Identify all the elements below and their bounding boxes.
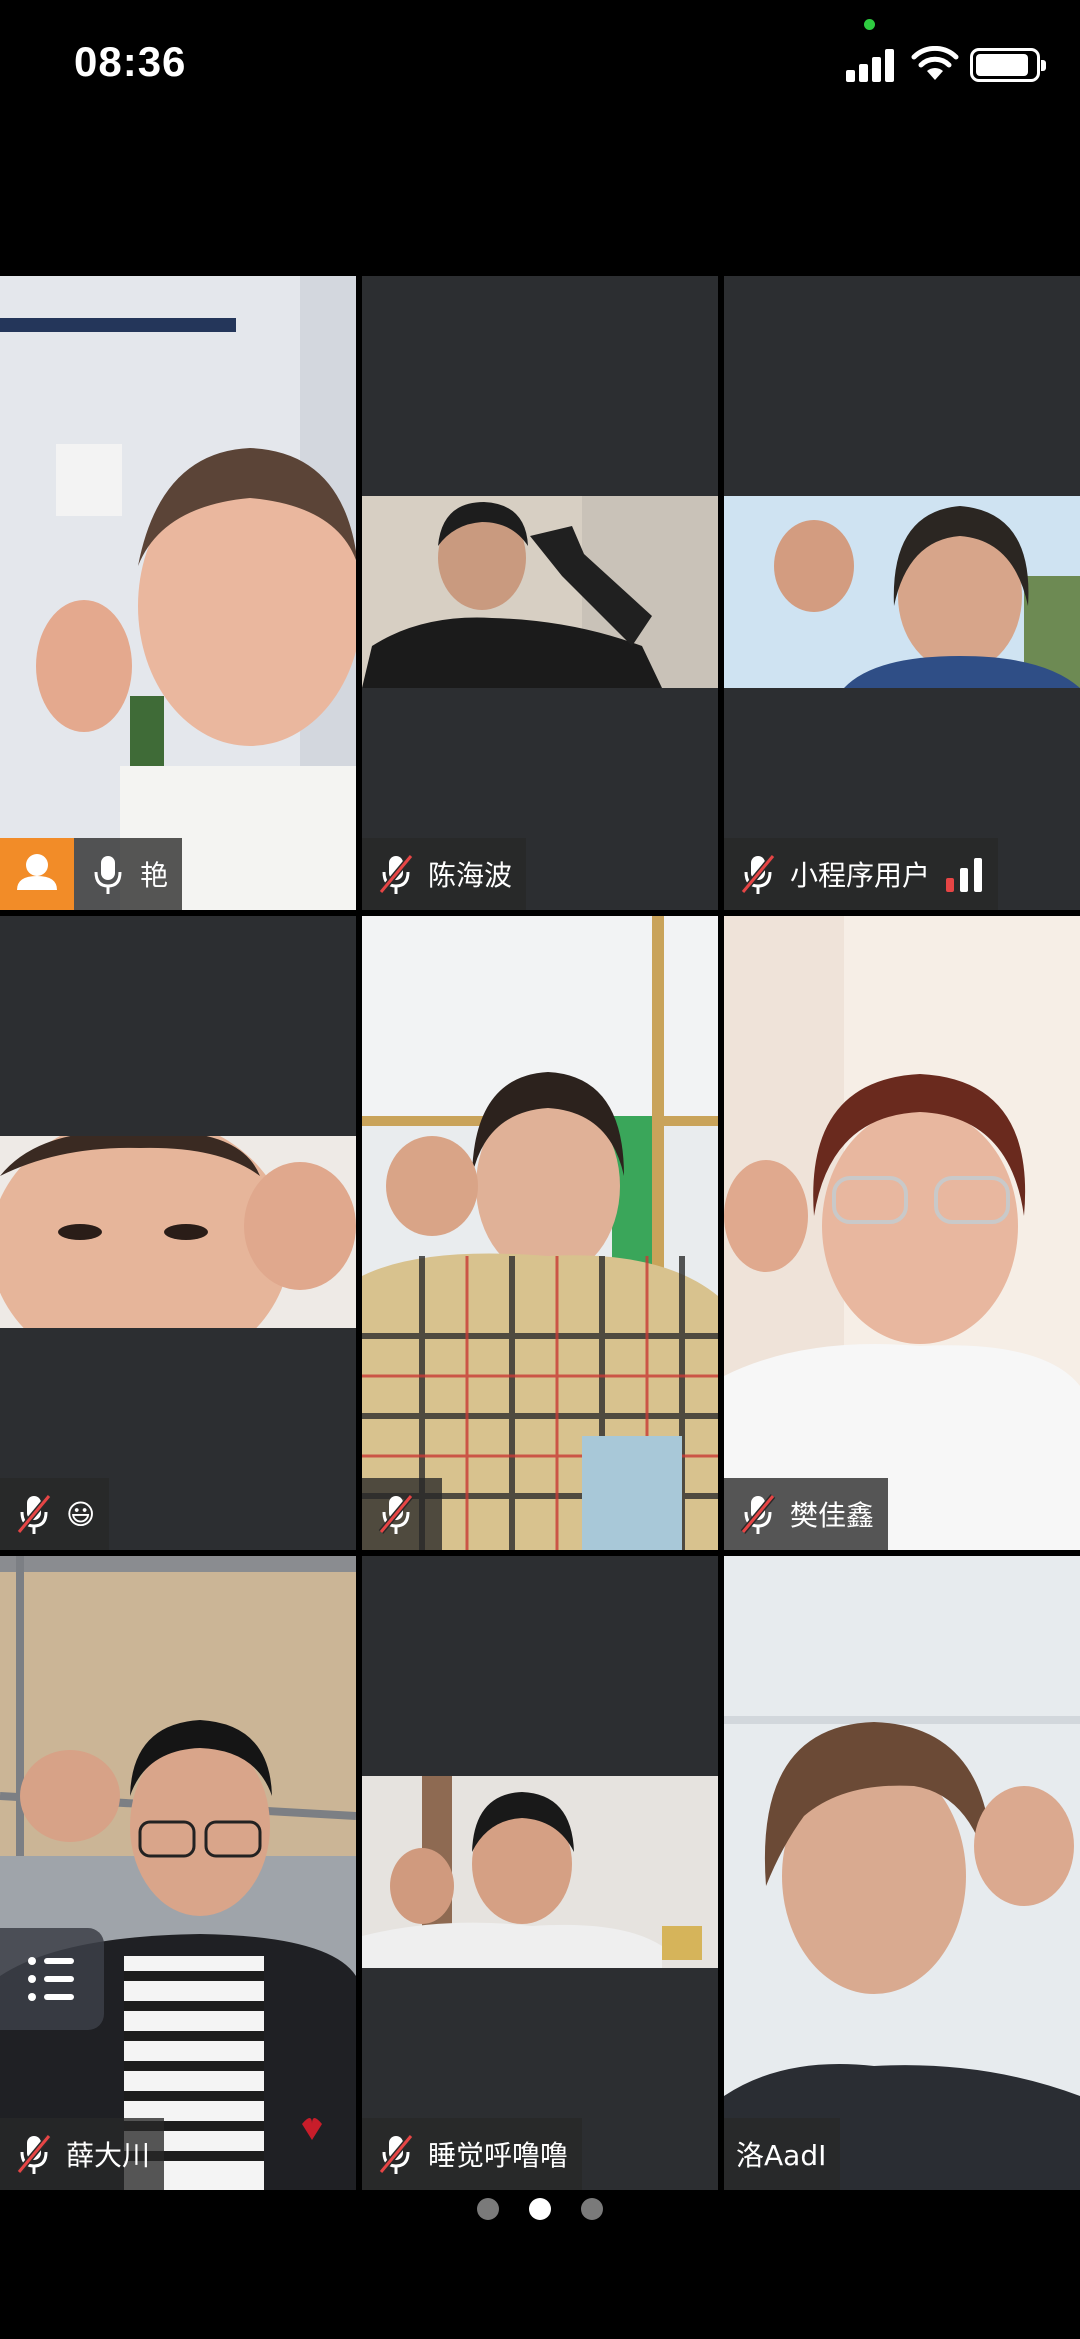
participant-video [362, 916, 718, 1550]
participant-video [724, 496, 1080, 688]
microphone-muted-icon [740, 1494, 776, 1534]
page-dot[interactable] [477, 2198, 499, 2220]
microphone-muted-icon [16, 2134, 52, 2174]
participant-label: 睡觉呼噜噜 [362, 2118, 583, 2190]
participant-name: 薛大川 [66, 2139, 151, 2172]
microphone-muted-icon [740, 854, 776, 894]
participant-tile[interactable] [362, 916, 718, 1550]
participant-name: 😃 [66, 1497, 96, 1531]
status-bar: 08:36 [0, 0, 1080, 140]
participant-video [362, 496, 718, 688]
participant-label: 艳 [74, 838, 183, 910]
participant-list-button[interactable] [0, 1928, 104, 2030]
microphone-muted-icon [378, 1494, 414, 1534]
participant-label: 陈海波 [362, 838, 527, 910]
participant-label: 薛大川 [0, 2118, 165, 2190]
participant-label: 😃 [0, 1478, 110, 1550]
participant-tile[interactable]: 小程序用户 [724, 276, 1080, 910]
page-dot[interactable] [581, 2198, 603, 2220]
participant-video [0, 276, 356, 910]
cellular-signal-icon [846, 48, 898, 82]
participant-label: 小程序用户 [724, 838, 999, 910]
person-icon [17, 854, 57, 890]
participant-name: 睡觉呼噜噜 [428, 2139, 569, 2172]
participant-label: 洛AadI [724, 2118, 841, 2190]
participant-name: 陈海波 [428, 859, 513, 892]
participant-video [724, 1556, 1080, 2190]
microphone-muted-icon [378, 854, 414, 894]
participant-tile[interactable]: 洛AadI [724, 1556, 1080, 2190]
battery-icon [970, 48, 1046, 82]
participant-video [724, 916, 1080, 1550]
microphone-icon [94, 856, 122, 894]
page-dot-active[interactable] [529, 2198, 551, 2220]
microphone-muted-icon [378, 2134, 414, 2174]
participant-tile[interactable]: 樊佳鑫 [724, 916, 1080, 1550]
wifi-icon [911, 46, 959, 80]
participant-tile[interactable]: 陈海波 [362, 276, 718, 910]
participant-grid: 艳 陈海波 小程序用户 😃 樊佳鑫 薛大川 睡觉呼噜噜 洛AadI [0, 276, 1080, 2190]
participant-video [362, 1776, 718, 1968]
participant-video [0, 1136, 356, 1328]
camera-indicator-dot [864, 19, 875, 30]
participant-tile[interactable]: 薛大川 [0, 1556, 356, 2190]
signal-icon [946, 858, 983, 892]
participant-name: 艳 [140, 859, 169, 892]
participant-tile[interactable]: 艳 [0, 276, 356, 910]
status-time: 08:36 [74, 38, 187, 85]
participant-name: 樊佳鑫 [790, 1499, 875, 1532]
microphone-muted-icon [16, 1494, 52, 1534]
participant-video [0, 1556, 356, 2190]
participant-tile[interactable]: 睡觉呼噜噜 [362, 1556, 718, 2190]
participant-name: 小程序用户 [790, 859, 931, 892]
participant-label: 樊佳鑫 [724, 1478, 889, 1550]
page-indicator [0, 2188, 1080, 2230]
participant-name: 洛AadI [736, 2139, 827, 2172]
participant-tile[interactable]: 😃 [0, 916, 356, 1550]
list-icon [28, 1957, 74, 2001]
participant-label [362, 1478, 442, 1550]
host-badge [0, 838, 74, 910]
